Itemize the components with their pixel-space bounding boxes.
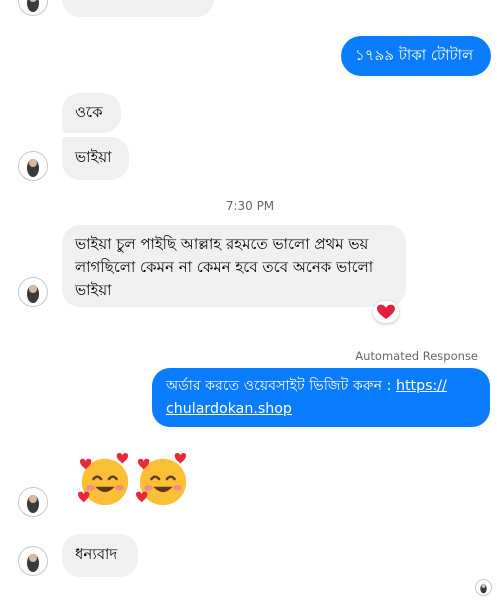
smiling-face-with-hearts-icon	[78, 452, 129, 506]
avatar[interactable]	[18, 487, 48, 517]
automated-message-bubble[interactable]: অর্ডার করতে ওয়েবসাইট ভিজিট করুন : https…	[152, 368, 490, 427]
previous-message-bubble[interactable]	[62, 0, 214, 17]
avatar[interactable]	[18, 151, 48, 181]
message-text: ভাইয়া	[75, 148, 112, 166]
read-receipt-avatar	[475, 579, 492, 596]
incoming-message-bubble[interactable]: ধন্যবাদ	[62, 534, 138, 577]
avatar[interactable]	[18, 277, 48, 307]
message-text: ধন্যবাদ	[75, 545, 118, 563]
red-heart-icon	[377, 304, 395, 319]
message-text: ওকে	[75, 103, 103, 121]
smiling-face-with-hearts-icon	[136, 452, 187, 506]
reaction-badge[interactable]	[373, 301, 399, 323]
message-text: ভাইয়া চুল পাইছি আল্লাহ রহমতে ভালো প্রথম…	[75, 235, 374, 299]
outgoing-message-bubble[interactable]: ১৭৯৯ টাকা টোটাল	[341, 36, 491, 76]
message-text: অর্ডার করতে ওয়েবসাইট ভিজিট করুন :	[166, 378, 396, 394]
message-timestamp: 7:30 PM	[225, 199, 275, 213]
automated-response-label: Automated Response	[355, 349, 478, 363]
avatar[interactable]	[18, 0, 48, 16]
message-text: ১৭৯৯ টাকা টোটাল	[355, 46, 474, 64]
incoming-message-bubble[interactable]: ভাইয়া চুল পাইছি আল্লাহ রহমতে ভালো প্রথম…	[62, 225, 406, 307]
incoming-message-bubble[interactable]: ওকে	[62, 93, 121, 133]
avatar[interactable]	[18, 546, 48, 576]
incoming-message-bubble[interactable]: ভাইয়া	[62, 137, 129, 180]
